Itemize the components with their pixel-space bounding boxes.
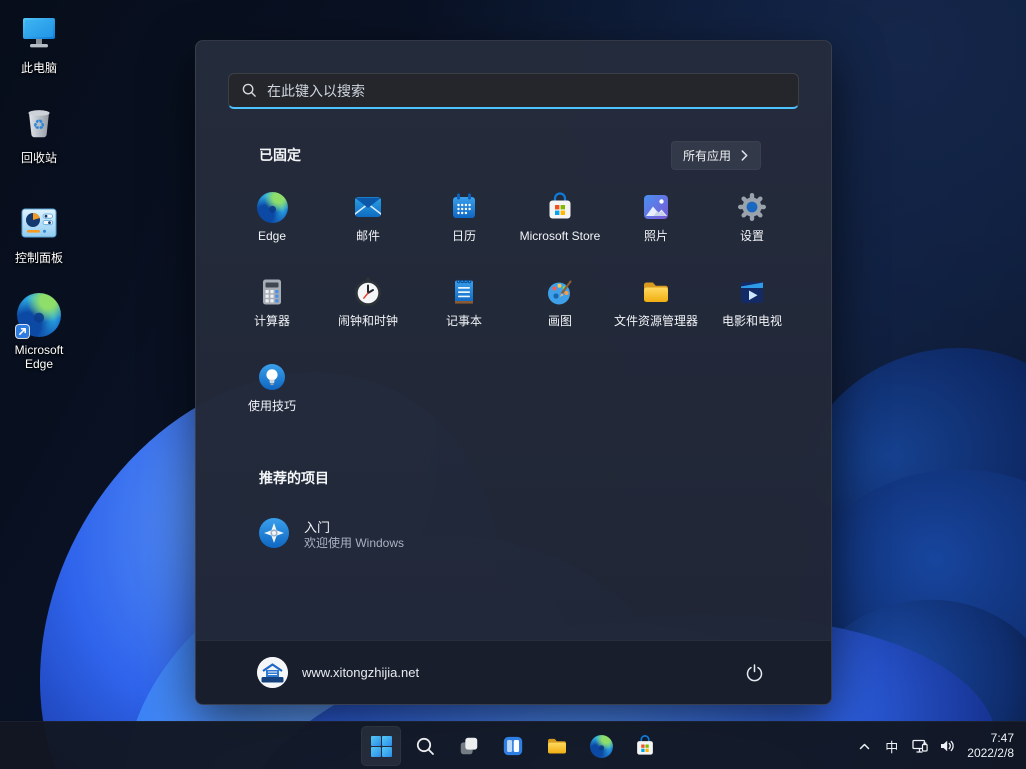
user-site-label: www.xitongzhijia.net [302, 665, 419, 680]
store-icon [544, 191, 576, 223]
desktop-icon-label: 控制面板 [15, 251, 63, 265]
chevron-right-icon [740, 150, 749, 161]
pinned-app-calendar[interactable]: 日历 [416, 187, 512, 272]
settings-gear-icon [736, 191, 768, 223]
folder-icon [640, 276, 672, 308]
pinned-app-settings[interactable]: 设置 [704, 187, 800, 272]
start-menu-footer: www.xitongzhijia.net [196, 640, 831, 704]
user-avatar [257, 657, 288, 688]
desktop-icon-label: 此电脑 [21, 61, 57, 75]
widgets-button[interactable] [493, 726, 533, 766]
ime-label: 中 [885, 737, 898, 756]
recommended-item-title: 入门 [304, 520, 404, 536]
tray-date: 2022/2/8 [967, 746, 1014, 761]
tray-time: 7:47 [967, 731, 1014, 746]
start-search-box[interactable] [228, 73, 799, 109]
recycle-bin-icon: ♻ [16, 100, 62, 146]
desktop-icon-this-pc[interactable]: 此电脑 [0, 10, 78, 75]
user-account-button[interactable]: www.xitongzhijia.net [257, 657, 419, 688]
network-volume-button[interactable] [905, 726, 963, 766]
calculator-icon [256, 276, 288, 308]
store-icon [633, 734, 657, 758]
tray-chevron-button[interactable] [851, 726, 878, 766]
taskbar-file-explorer-button[interactable] [537, 726, 577, 766]
taskbar-search-button[interactable] [405, 726, 445, 766]
desktop-screen: 此电脑 ♻ 回收站 控制面板 [0, 0, 1026, 769]
pinned-app-tips[interactable]: 使用技巧 [224, 357, 320, 442]
chevron-up-icon [858, 740, 871, 753]
photos-icon [640, 191, 672, 223]
start-button[interactable] [361, 726, 401, 766]
shortcut-arrow-icon [16, 325, 29, 338]
all-apps-button[interactable]: 所有应用 [671, 141, 761, 170]
edge-icon [256, 191, 288, 223]
search-icon [415, 736, 436, 757]
network-icon [912, 738, 930, 754]
taskbar-clock[interactable]: 7:47 2022/2/8 [963, 731, 1024, 761]
mail-icon [352, 191, 384, 223]
get-started-icon [257, 516, 291, 555]
ime-indicator[interactable]: 中 [878, 726, 905, 766]
pinned-app-file-explorer[interactable]: 文件资源管理器 [608, 272, 704, 357]
paint-palette-icon [544, 276, 576, 308]
calendar-icon [448, 191, 480, 223]
recommended-item-get-started[interactable]: 入门 欢迎使用 Windows [257, 516, 537, 555]
task-view-icon [458, 735, 480, 757]
widgets-icon [502, 735, 524, 757]
pinned-app-mail[interactable]: 邮件 [320, 187, 416, 272]
power-icon [745, 663, 764, 682]
lightbulb-icon [256, 361, 288, 393]
control-panel-icon [16, 200, 62, 246]
movies-tv-icon [736, 276, 768, 308]
desktop-icon-label: Microsoft Edge [0, 343, 78, 371]
notepad-icon [448, 276, 480, 308]
pinned-app-edge[interactable]: Edge [224, 187, 320, 272]
pinned-app-alarms-clock[interactable]: 闹钟和时钟 [320, 272, 416, 357]
taskbar-store-button[interactable] [625, 726, 665, 766]
taskbar-edge-button[interactable] [581, 726, 621, 766]
pinned-section-title: 已固定 [259, 145, 301, 165]
pinned-app-movies-tv[interactable]: 电影和电视 [704, 272, 800, 357]
pinned-app-calculator[interactable]: 计算器 [224, 272, 320, 357]
pinned-apps-grid: Edge 邮件 [224, 187, 803, 442]
windows-logo-icon [370, 735, 393, 758]
desktop-icon-recycle-bin[interactable]: ♻ 回收站 [0, 100, 78, 165]
this-pc-icon [16, 10, 62, 56]
all-apps-label: 所有应用 [683, 147, 731, 164]
desktop-icon-control-panel[interactable]: 控制面板 [0, 200, 78, 265]
edge-icon [16, 292, 62, 338]
pinned-app-microsoft-store[interactable]: Microsoft Store [512, 187, 608, 272]
desktop-icon-microsoft-edge[interactable]: Microsoft Edge [0, 292, 78, 371]
task-view-button[interactable] [449, 726, 489, 766]
recommended-item-subtitle: 欢迎使用 Windows [304, 536, 404, 551]
svg-text:♻: ♻ [33, 117, 46, 133]
search-icon [242, 83, 257, 98]
speaker-icon [939, 738, 956, 754]
pinned-app-notepad[interactable]: 记事本 [416, 272, 512, 357]
pinned-app-photos[interactable]: 照片 [608, 187, 704, 272]
alarm-clock-icon [352, 276, 384, 308]
pinned-app-paint[interactable]: 画图 [512, 272, 608, 357]
edge-icon [590, 735, 613, 758]
start-search-input[interactable] [267, 83, 785, 99]
recommended-section-title: 推荐的项目 [259, 468, 768, 488]
start-menu-panel: 已固定 所有应用 Edge 邮件 [195, 40, 832, 705]
power-button[interactable] [737, 656, 771, 690]
desktop-icon-label: 回收站 [21, 151, 57, 165]
folder-icon [545, 734, 569, 758]
taskbar: 中 7:47 2022/2/8 [0, 721, 1026, 769]
